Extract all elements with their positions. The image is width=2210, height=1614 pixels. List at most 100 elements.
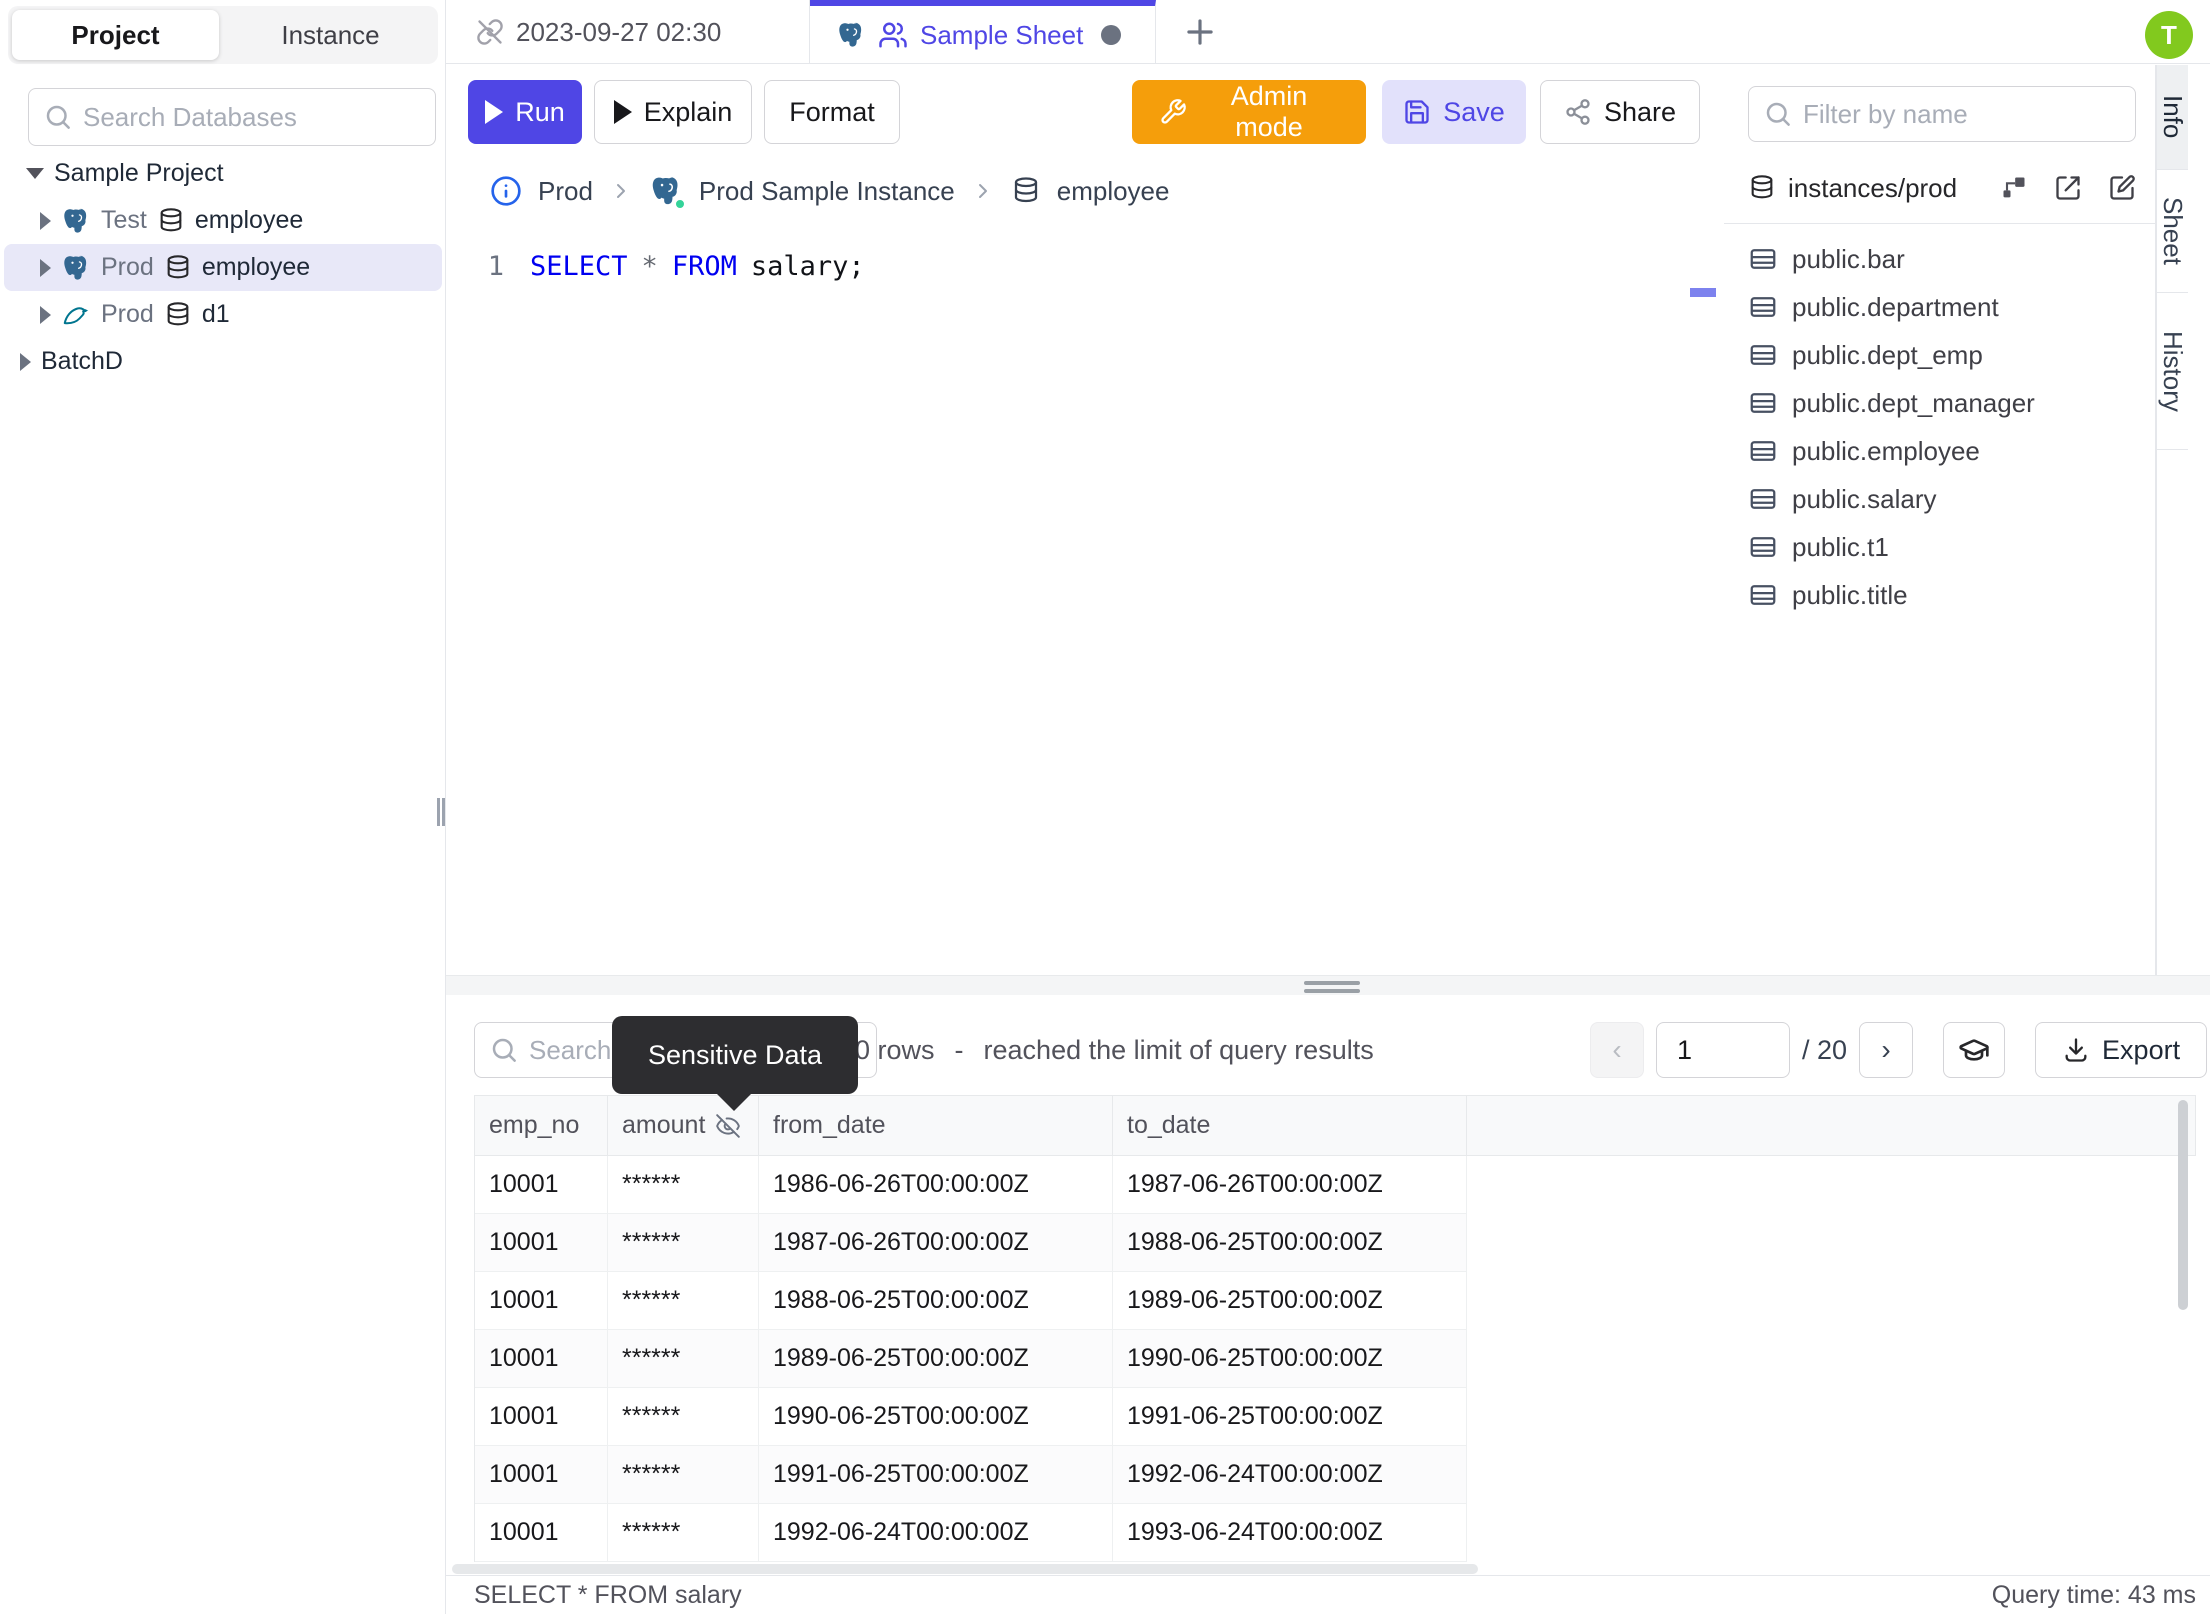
breadcrumb-instance[interactable]: Prod Sample Instance bbox=[699, 176, 955, 207]
admin-mode-button[interactable]: Admin mode bbox=[1132, 80, 1366, 144]
share-button[interactable]: Share bbox=[1540, 80, 1700, 144]
external-link-icon[interactable] bbox=[2054, 174, 2082, 202]
table-cell[interactable]: 1992-06-24T00:00:00Z bbox=[759, 1504, 1113, 1562]
table-cell[interactable]: ****** bbox=[608, 1388, 759, 1446]
table-row[interactable]: 10001 ****** 1991-06-25T00:00:00Z 1992-06-2… bbox=[475, 1446, 2196, 1504]
table-cell[interactable]: 1990-06-25T00:00:00Z bbox=[759, 1388, 1113, 1446]
schema-table-item[interactable]: public.title bbox=[1748, 571, 2148, 619]
table-cell[interactable]: 10001 bbox=[475, 1446, 608, 1504]
horizontal-scrollbar[interactable] bbox=[452, 1564, 1478, 1574]
format-button[interactable]: Format bbox=[764, 80, 900, 144]
table-cell[interactable]: 1989-06-25T00:00:00Z bbox=[1113, 1272, 1467, 1330]
table-cell[interactable]: 1993-06-24T00:00:00Z bbox=[1113, 1504, 1467, 1562]
table-cell[interactable]: ****** bbox=[608, 1330, 759, 1388]
learn-button[interactable] bbox=[1943, 1022, 2006, 1078]
table-row[interactable]: 10001 ****** 1990-06-25T00:00:00Z 1991-06-2… bbox=[475, 1388, 2196, 1446]
code-line[interactable]: 1 SELECT * FROM salary; bbox=[446, 244, 865, 288]
schema-table-item[interactable]: public.dept_emp bbox=[1748, 331, 2148, 379]
tab-history[interactable]: History bbox=[2157, 293, 2188, 450]
next-page-button[interactable]: › bbox=[1859, 1022, 1914, 1078]
caret-right-icon[interactable] bbox=[40, 211, 51, 230]
caret-right-icon[interactable] bbox=[40, 305, 51, 324]
tree-node-database[interactable]: Prod d1 bbox=[4, 291, 442, 338]
table-row[interactable]: 10001 ****** 1992-06-24T00:00:00Z 1993-06-2… bbox=[475, 1504, 2196, 1562]
table-cell[interactable]: ****** bbox=[608, 1214, 759, 1272]
table-cell[interactable]: 1987-06-26T00:00:00Z bbox=[1113, 1156, 1467, 1214]
schema-diagram-icon[interactable] bbox=[2000, 174, 2028, 202]
plus-icon bbox=[1187, 19, 1213, 45]
column-header[interactable]: to_date bbox=[1113, 1096, 1467, 1155]
vertical-scrollbar[interactable] bbox=[2178, 1100, 2188, 1310]
table-cell[interactable]: 10001 bbox=[475, 1504, 608, 1562]
table-cell[interactable]: 1991-06-25T00:00:00Z bbox=[759, 1446, 1113, 1504]
edit-icon[interactable] bbox=[2108, 174, 2136, 202]
save-button[interactable]: Save bbox=[1382, 80, 1526, 144]
database-search-input[interactable] bbox=[83, 101, 421, 133]
explain-button[interactable]: Explain bbox=[594, 80, 752, 144]
avatar[interactable]: T bbox=[2145, 11, 2193, 59]
table-cell[interactable]: ****** bbox=[608, 1446, 759, 1504]
table-row[interactable]: 10001 ****** 1989-06-25T00:00:00Z 1990-06-2… bbox=[475, 1330, 2196, 1388]
sql-editor[interactable]: 1 SELECT * FROM salary; bbox=[446, 230, 1724, 975]
eye-off-icon[interactable] bbox=[715, 1113, 741, 1139]
sheet-tab-unsaved[interactable]: 2023-09-27 02:30 bbox=[450, 0, 810, 64]
table-filter[interactable] bbox=[1748, 86, 2136, 142]
table-cell[interactable]: 1991-06-25T00:00:00Z bbox=[1113, 1388, 1467, 1446]
table-row[interactable]: 10001 ****** 1986-06-26T00:00:00Z 1987-06-2… bbox=[475, 1156, 2196, 1214]
table-cell[interactable]: 1989-06-25T00:00:00Z bbox=[759, 1330, 1113, 1388]
schema-table-item[interactable]: public.employee bbox=[1748, 427, 2148, 475]
tree-node-database[interactable]: Test employee bbox=[4, 197, 442, 244]
table-cell[interactable]: 10001 bbox=[475, 1388, 608, 1446]
table-cell[interactable]: 10001 bbox=[475, 1156, 608, 1214]
page-number-input[interactable] bbox=[1656, 1022, 1790, 1078]
page-total: / 20 bbox=[1802, 1034, 1848, 1065]
connection-breadcrumb: Prod Prod Sample Instance employee bbox=[490, 163, 1169, 219]
table-cell[interactable]: 10001 bbox=[475, 1330, 608, 1388]
caret-right-icon[interactable] bbox=[20, 352, 31, 371]
tree-node-sample-project[interactable]: Sample Project bbox=[4, 150, 442, 197]
sidebar-resize-handle[interactable] bbox=[437, 798, 445, 826]
tab-sheet[interactable]: Sheet bbox=[2157, 170, 2188, 293]
postgres-icon bbox=[64, 208, 87, 233]
table-cell[interactable]: ****** bbox=[608, 1272, 759, 1330]
caret-right-icon[interactable] bbox=[40, 258, 51, 277]
table-cell[interactable]: 10001 bbox=[475, 1214, 608, 1272]
table-cell[interactable]: ****** bbox=[608, 1156, 759, 1214]
schema-table-item[interactable]: public.dept_manager bbox=[1748, 379, 2148, 427]
tree-node-batchd[interactable]: BatchD bbox=[4, 338, 442, 385]
table-cell[interactable]: 1986-06-26T00:00:00Z bbox=[759, 1156, 1113, 1214]
table-cell[interactable]: ****** bbox=[608, 1504, 759, 1562]
share-icon bbox=[1566, 99, 1590, 125]
schema-table-item[interactable]: public.salary bbox=[1748, 475, 2148, 523]
info-icon[interactable] bbox=[490, 175, 522, 207]
breadcrumb-environment[interactable]: Prod bbox=[538, 176, 593, 207]
table-cell[interactable]: 10001 bbox=[475, 1272, 608, 1330]
sheet-tab-active[interactable]: Sample Sheet bbox=[810, 0, 1156, 64]
caret-down-icon[interactable] bbox=[26, 168, 44, 179]
schema-table-item[interactable]: public.department bbox=[1748, 283, 2148, 331]
export-button[interactable]: Export bbox=[2035, 1022, 2208, 1078]
run-button[interactable]: Run bbox=[468, 80, 582, 144]
table-row[interactable]: 10001 ****** 1987-06-26T00:00:00Z 1988-06-2… bbox=[475, 1214, 2196, 1272]
table-cell[interactable]: 1992-06-24T00:00:00Z bbox=[1113, 1446, 1467, 1504]
table-filter-input[interactable] bbox=[1803, 98, 2121, 130]
breadcrumb-database[interactable]: employee bbox=[1057, 176, 1170, 207]
schema-table-item[interactable]: public.t1 bbox=[1748, 523, 2148, 571]
sidebar-view-switcher: Project Instance bbox=[8, 6, 438, 64]
prev-page-button[interactable]: ‹ bbox=[1590, 1022, 1644, 1078]
schema-table-item[interactable]: public.bar bbox=[1748, 235, 2148, 283]
table-cell[interactable]: 1988-06-25T00:00:00Z bbox=[1113, 1214, 1467, 1272]
database-search[interactable] bbox=[28, 88, 436, 146]
table-cell[interactable]: 1987-06-26T00:00:00Z bbox=[759, 1214, 1113, 1272]
table-row[interactable]: 10001 ****** 1988-06-25T00:00:00Z 1989-06-2… bbox=[475, 1272, 2196, 1330]
tab-project[interactable]: Project bbox=[12, 10, 219, 60]
column-header[interactable]: emp_no bbox=[475, 1096, 608, 1155]
column-header[interactable]: from_date bbox=[759, 1096, 1113, 1155]
add-sheet-button[interactable] bbox=[1170, 8, 1230, 56]
tab-instance[interactable]: Instance bbox=[227, 10, 434, 60]
table-cell[interactable]: 1988-06-25T00:00:00Z bbox=[759, 1272, 1113, 1330]
table-cell[interactable]: 1990-06-25T00:00:00Z bbox=[1113, 1330, 1467, 1388]
play-icon bbox=[613, 100, 632, 124]
tree-node-database-selected[interactable]: Prod employee bbox=[4, 244, 442, 291]
tab-info[interactable]: Info bbox=[2157, 65, 2188, 170]
